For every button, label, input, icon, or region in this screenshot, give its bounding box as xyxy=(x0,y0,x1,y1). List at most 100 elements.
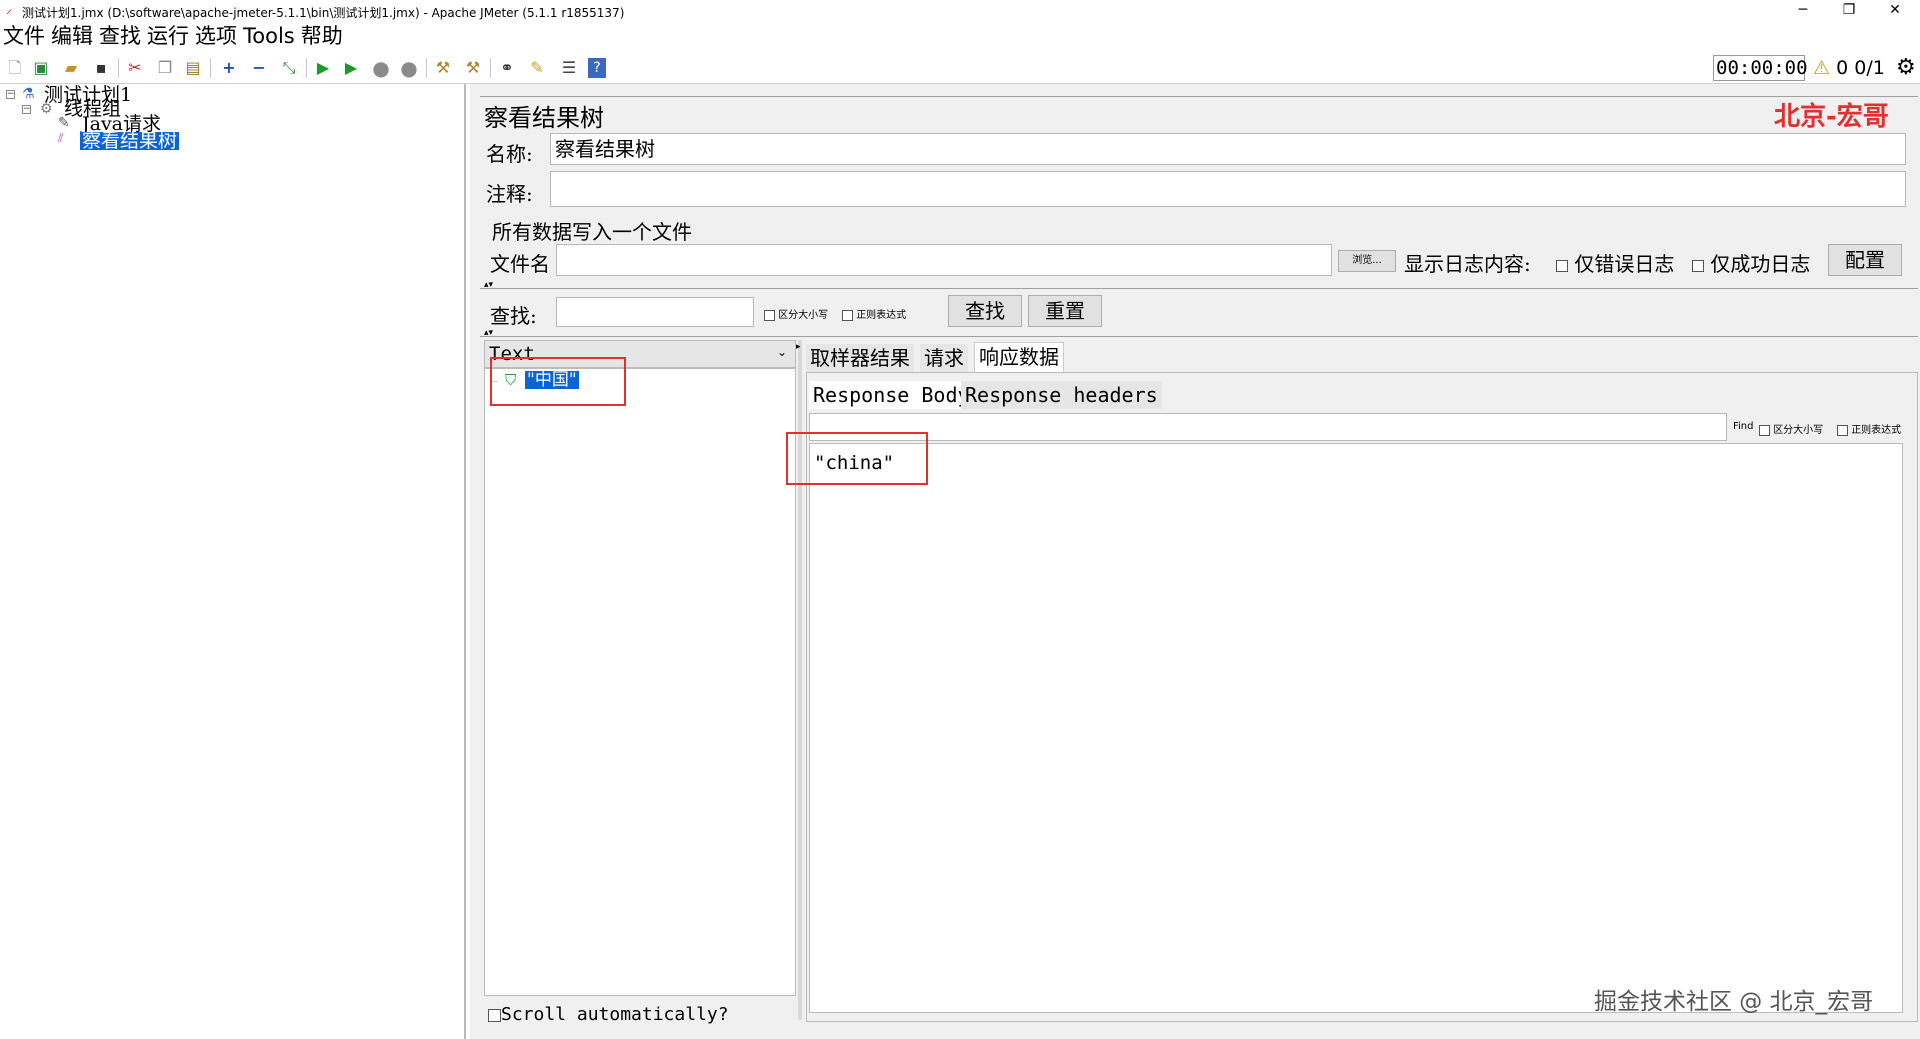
reset-button[interactable]: 重置 xyxy=(1028,295,1102,327)
menu-edit[interactable]: 编辑 xyxy=(48,22,96,50)
search-label: 查找: xyxy=(490,304,537,328)
start-icon[interactable]: ▶ xyxy=(312,57,334,79)
close-button[interactable]: ✕ xyxy=(1872,0,1918,22)
menu-tools[interactable]: Tools xyxy=(240,22,298,50)
result-list: ┈ ⛉ "中国" xyxy=(484,368,796,996)
templates-icon[interactable]: ▣ xyxy=(30,57,52,79)
collapse-toggle-icon[interactable]: − xyxy=(22,105,31,114)
function-helper-icon[interactable]: ☰ xyxy=(558,57,580,79)
cut-icon[interactable]: ✂ xyxy=(124,57,146,79)
splitter-arrow-icon[interactable]: ▸ xyxy=(796,342,801,352)
search-icon[interactable]: ⚭ xyxy=(496,57,518,79)
log-content-label: 显示日志内容: xyxy=(1404,252,1531,276)
success-only-option[interactable]: 仅成功日志 xyxy=(1692,248,1810,277)
open-icon[interactable]: ▰ xyxy=(60,57,82,79)
footer-watermark: 掘金技术社区 @ 北京_宏哥 xyxy=(1594,989,1874,1015)
case-sensitive-checkbox[interactable] xyxy=(764,309,775,321)
case-sensitive-option[interactable]: 区分大小写 xyxy=(764,306,828,321)
log-viewer-icon[interactable]: ⚙ xyxy=(1896,56,1916,80)
expand-icon[interactable]: + xyxy=(218,57,240,79)
tree-node-view-results-tree[interactable]: 察看结果树 xyxy=(80,132,180,151)
name-field[interactable]: 察看结果树 xyxy=(550,133,1906,165)
find-case-option[interactable]: 区分大小写 xyxy=(1759,421,1823,436)
scroll-auto-label: Scroll automatically? xyxy=(501,1004,729,1025)
toggle-icon[interactable]: ⤡ xyxy=(278,57,300,79)
regex-label: 正则表达式 xyxy=(856,310,907,321)
divider xyxy=(480,336,1918,337)
thread-group-gear-icon: ⚙ xyxy=(40,101,53,117)
warning-icon: ⚠ xyxy=(1813,57,1831,79)
watermark-label: 北京-宏哥 xyxy=(1774,102,1889,132)
scroll-auto-option[interactable]: Scroll automatically? xyxy=(488,1004,729,1025)
find-button[interactable]: 查找 xyxy=(948,295,1022,327)
shutdown-icon[interactable]: ● xyxy=(398,57,420,79)
errors-only-option[interactable]: 仅错误日志 xyxy=(1556,248,1674,277)
success-only-checkbox[interactable] xyxy=(1692,259,1704,272)
split-arrows-icon[interactable]: ▴▾ xyxy=(484,280,493,290)
name-label: 名称: xyxy=(486,142,533,166)
menu-file[interactable]: 文件 xyxy=(0,22,48,50)
start-no-pause-icon[interactable]: ▶ xyxy=(340,57,362,79)
toolbar: 🗋 ▣ ▰ ▪ ✂ ❐ ▤ + − ⤡ ▶ ▶ ● ● ⚒ ⚒ ⚭ ✎ ☰ ? xyxy=(0,52,1920,84)
collapse-icon[interactable]: − xyxy=(248,57,270,79)
toolbar-separator xyxy=(210,58,211,78)
comment-field[interactable] xyxy=(550,171,1906,207)
view-results-tree-panel: 察看结果树 北京-宏哥 名称: 察看结果树 注释: 所有数据写入一个文件 文件名… xyxy=(470,84,1920,1039)
errors-only-label: 仅错误日志 xyxy=(1574,252,1675,276)
clear-all-icon[interactable]: ⚒ xyxy=(462,57,484,79)
filename-input[interactable] xyxy=(556,244,1332,276)
error-status[interactable]: ⚠ 0 0/1 xyxy=(1813,55,1885,81)
tab-request[interactable]: 请求 xyxy=(920,344,968,372)
tab-response-data[interactable]: 响应数据 xyxy=(974,342,1064,372)
restore-button[interactable]: ❐ xyxy=(1826,0,1872,22)
filename-label: 文件名 xyxy=(490,252,550,276)
menu-options[interactable]: 选项 xyxy=(192,22,240,50)
response-data-pane: Response Body Response headers Find 区分大小… xyxy=(806,372,1918,1022)
find-case-checkbox[interactable] xyxy=(1759,424,1770,436)
collapse-toggle-icon[interactable]: − xyxy=(6,90,15,99)
active-threads: 0/1 xyxy=(1854,57,1885,79)
sampler-pen-icon: ✎ xyxy=(58,115,70,131)
regex-checkbox[interactable] xyxy=(842,309,853,321)
annotation-box-response xyxy=(786,432,928,485)
toolbar-separator xyxy=(118,58,119,78)
scroll-auto-checkbox[interactable] xyxy=(488,1008,501,1022)
find-input[interactable] xyxy=(809,413,1727,441)
test-plan-tree: − ⚗ 测试计划1 − ⚙ 线程组 ✎ Java请求 ⫽ 察看结果树 xyxy=(0,84,466,1039)
menu-help[interactable]: 帮助 xyxy=(298,22,346,50)
help-icon[interactable]: ? xyxy=(588,58,606,78)
toolbar-separator xyxy=(306,58,307,78)
split-arrows-icon[interactable]: ▴▾ xyxy=(484,328,493,338)
test-plan-icon: ⚗ xyxy=(22,86,35,102)
reset-search-icon[interactable]: ✎ xyxy=(526,57,548,79)
subtab-response-headers[interactable]: Response headers xyxy=(961,381,1162,409)
stop-icon[interactable]: ● xyxy=(370,57,392,79)
paste-icon[interactable]: ▤ xyxy=(182,57,204,79)
save-icon[interactable]: ▪ xyxy=(90,57,112,79)
find-regex-checkbox[interactable] xyxy=(1837,424,1848,436)
case-sensitive-label: 区分大小写 xyxy=(778,310,829,321)
copy-icon[interactable]: ❐ xyxy=(154,57,176,79)
subtab-response-body[interactable]: Response Body xyxy=(809,381,974,409)
toolbar-separator xyxy=(490,58,491,78)
toolbar-separator xyxy=(426,58,427,78)
window-title: 测试计划1.jmx (D:\software\apache-jmeter-5.1… xyxy=(22,6,625,20)
browse-button[interactable]: 浏览... xyxy=(1338,250,1396,272)
clear-icon[interactable]: ⚒ xyxy=(432,57,454,79)
search-input[interactable] xyxy=(556,297,754,327)
errors-only-checkbox[interactable] xyxy=(1556,259,1568,272)
configure-button[interactable]: 配置 xyxy=(1828,244,1902,276)
menu-bar: 文件 编辑 查找 运行 选项 Tools 帮助 xyxy=(0,22,1920,50)
minimize-button[interactable]: ─ xyxy=(1780,0,1826,22)
menu-search[interactable]: 查找 xyxy=(96,22,144,50)
find-label: Find xyxy=(1733,421,1754,432)
find-regex-option[interactable]: 正则表达式 xyxy=(1837,421,1901,436)
tab-sampler-result[interactable]: 取样器结果 xyxy=(806,344,914,372)
menu-run[interactable]: 运行 xyxy=(144,22,192,50)
new-icon[interactable]: 🗋 xyxy=(4,57,26,79)
warning-count: 0 xyxy=(1836,57,1849,79)
regex-option[interactable]: 正则表达式 xyxy=(842,306,906,321)
response-body-area[interactable]: "china" xyxy=(809,443,1903,1013)
comment-label: 注释: xyxy=(486,182,533,206)
find-regex-label: 正则表达式 xyxy=(1851,425,1902,436)
